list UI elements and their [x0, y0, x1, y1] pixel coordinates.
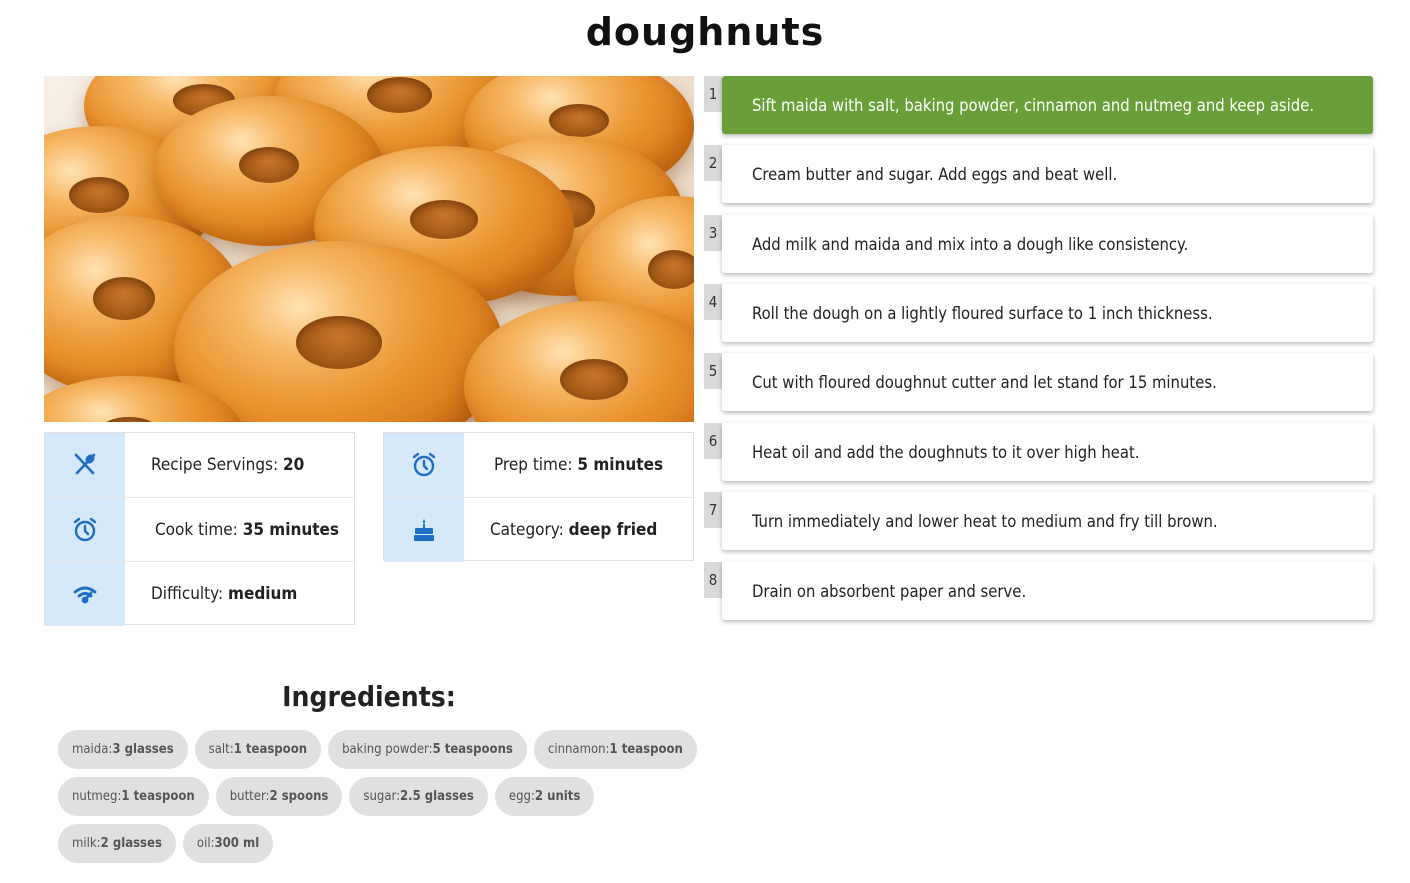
step-item[interactable]: 5 Cut with floured doughnut cutter and l… — [704, 353, 1374, 411]
step-text: Turn immediately and lower heat to mediu… — [722, 492, 1373, 550]
step-item[interactable]: 6 Heat oil and add the doughnuts to it o… — [704, 423, 1374, 481]
category-row: Category: deep fried — [384, 497, 693, 562]
prep-time-row: Prep time: 5 minutes — [384, 433, 693, 497]
ingredient-chip[interactable]: salt:1 teaspoon — [194, 730, 322, 769]
ingredient-chip[interactable]: nutmeg:1 teaspoon — [58, 777, 209, 816]
step-text: Roll the dough on a lightly floured surf… — [722, 284, 1373, 342]
ingredients-list: maida:3 glasses salt:1 teaspoon baking p… — [58, 730, 698, 871]
cake-icon — [384, 497, 464, 562]
step-text: Drain on absorbent paper and serve. — [722, 562, 1373, 620]
step-text: Heat oil and add the doughnuts to it ove… — [722, 423, 1373, 481]
step-item[interactable]: 2 Cream butter and sugar. Add eggs and b… — [704, 145, 1374, 203]
signal-icon — [45, 561, 125, 626]
cook-time-text: Cook time: 35 minutes — [155, 519, 340, 540]
info-table-left: Recipe Servings: 20 Cook time: 35 minute… — [44, 432, 355, 626]
cook-time-row: Cook time: 35 minutes — [45, 497, 354, 562]
step-number: 5 — [704, 353, 722, 389]
step-text: Cream butter and sugar. Add eggs and bea… — [722, 145, 1373, 203]
info-table-right: Prep time: 5 minutes Category: deep frie… — [383, 432, 694, 562]
ingredients-title: Ingredients: — [282, 680, 456, 713]
difficulty-row: Difficulty: medium — [45, 561, 354, 626]
ingredient-chip[interactable]: oil:300 ml — [182, 824, 274, 863]
ingredient-chip[interactable]: egg:2 units — [494, 777, 595, 816]
step-text: Cut with floured doughnut cutter and let… — [722, 353, 1373, 411]
category-text: Category: deep fried — [490, 519, 658, 540]
step-text: Add milk and maida and mix into a dough … — [722, 215, 1373, 273]
step-number: 6 — [704, 423, 722, 459]
recipe-image — [44, 76, 694, 422]
step-text: Sift maida with salt, baking powder, cin… — [722, 76, 1373, 134]
alarm-clock-icon — [384, 433, 464, 497]
step-item[interactable]: 1 Sift maida with salt, baking powder, c… — [704, 76, 1374, 134]
prep-time-text: Prep time: 5 minutes — [494, 455, 664, 475]
ingredient-chip[interactable]: baking powder:5 teaspoons — [328, 730, 527, 769]
utensils-icon — [45, 433, 125, 497]
step-item[interactable]: 8 Drain on absorbent paper and serve. — [704, 562, 1374, 620]
step-number: 2 — [704, 145, 722, 181]
step-number: 4 — [704, 284, 722, 320]
step-number: 3 — [704, 215, 722, 251]
ingredient-chip[interactable]: maida:3 glasses — [58, 730, 188, 769]
step-number: 1 — [704, 76, 722, 112]
step-number: 8 — [704, 562, 722, 598]
ingredient-chip[interactable]: cinnamon:1 teaspoon — [533, 730, 697, 769]
step-item[interactable]: 4 Roll the dough on a lightly floured su… — [704, 284, 1374, 342]
recipe-title: doughnuts — [585, 10, 825, 54]
ingredient-chip[interactable]: sugar:2.5 glasses — [349, 777, 488, 816]
difficulty-text: Difficulty: medium — [151, 583, 298, 604]
ingredient-chip[interactable]: milk:2 glasses — [58, 824, 176, 863]
step-item[interactable]: 3 Add milk and maida and mix into a doug… — [704, 215, 1374, 273]
servings-text: Recipe Servings: 20 — [151, 455, 305, 475]
step-item[interactable]: 7 Turn immediately and lower heat to med… — [704, 492, 1374, 550]
step-number: 7 — [704, 492, 722, 528]
servings-row: Recipe Servings: 20 — [45, 433, 354, 497]
alarm-clock-icon — [45, 497, 125, 562]
ingredient-chip[interactable]: butter:2 spoons — [215, 777, 343, 816]
